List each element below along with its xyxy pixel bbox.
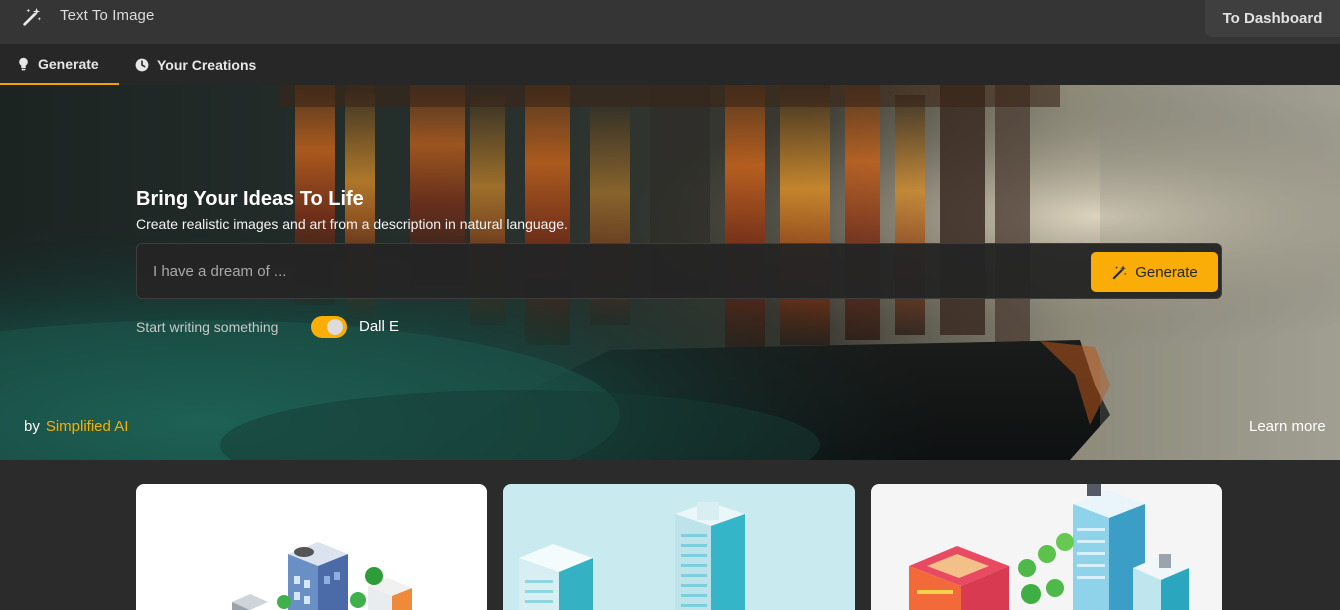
magic-wand-icon <box>23 7 42 26</box>
clock-icon <box>135 58 149 72</box>
dall-e-toggle-label: Dall E <box>359 318 400 335</box>
dall-e-toggle[interactable] <box>311 316 347 338</box>
tab-generate-label: Generate <box>38 56 99 72</box>
generate-button-label: Generate <box>1135 263 1198 281</box>
byline: by Simplified AI <box>24 418 128 435</box>
tab-bar: Generate Your Creations <box>0 45 1340 85</box>
hero-subtitle: Create realistic images and art from a d… <box>136 216 568 232</box>
app-title: Text To Image <box>60 7 155 24</box>
prompt-input[interactable] <box>138 245 1078 297</box>
hero-banner: Bring Your Ideas To Life Create realisti… <box>0 85 1340 460</box>
top-bar: Text To Image To Dashboard <box>0 0 1340 45</box>
magic-wand-icon <box>1112 264 1127 279</box>
generate-button[interactable]: Generate <box>1091 252 1218 292</box>
lightbulb-icon <box>19 57 28 70</box>
tab-your-creations[interactable]: Your Creations <box>135 45 256 85</box>
prompt-bar: Generate <box>136 243 1222 299</box>
example-card-2[interactable] <box>503 484 855 610</box>
example-gallery <box>0 460 1340 610</box>
hero-title: Bring Your Ideas To Life <box>136 188 364 210</box>
tab-generate[interactable]: Generate <box>0 45 119 85</box>
learn-more-link[interactable]: Learn more <box>1249 418 1326 435</box>
isometric-city-image <box>519 502 745 610</box>
to-dashboard-button[interactable]: To Dashboard <box>1205 0 1340 37</box>
simplified-ai-link[interactable]: Simplified AI <box>46 418 129 435</box>
isometric-city-image <box>232 542 412 610</box>
example-card-3[interactable] <box>871 484 1222 610</box>
hint-text: Start writing something <box>136 319 279 335</box>
tab-your-creations-label: Your Creations <box>157 57 257 73</box>
byline-prefix: by <box>24 418 40 435</box>
isometric-city-image <box>909 484 1189 610</box>
example-card-1[interactable] <box>136 484 487 610</box>
toggle-knob <box>327 319 343 335</box>
